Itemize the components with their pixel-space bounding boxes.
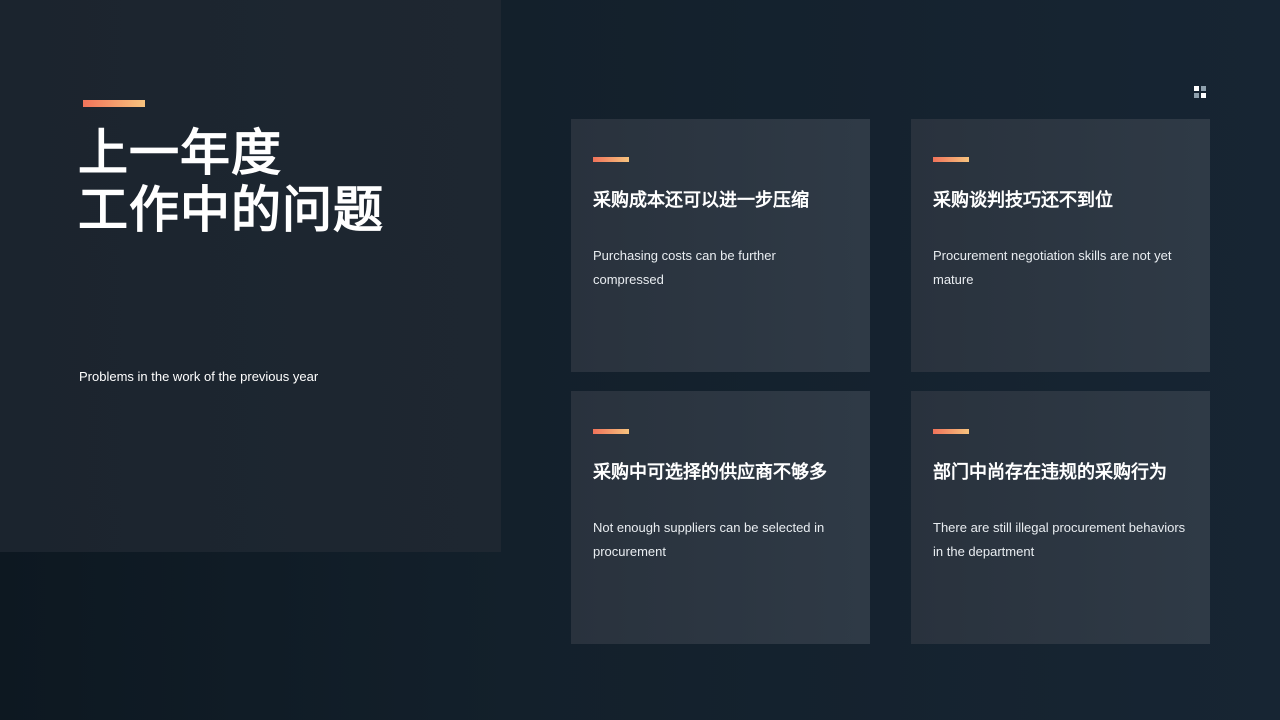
- card-description: Not enough suppliers can be selected in …: [593, 520, 825, 559]
- card-description: Procurement negotiation skills are not y…: [933, 248, 1172, 287]
- card-accent-bar: [593, 429, 629, 434]
- grid-square-white-2: [1201, 93, 1206, 98]
- grid-square-grey-1: [1201, 86, 1206, 91]
- page-subtitle: Problems in the work of the previous yea…: [79, 369, 319, 384]
- problem-card-4: 部门中尚存在违规的采购行为 There are still illegal pr…: [911, 391, 1210, 644]
- card-title: 采购成本还可以进一步压缩: [593, 190, 809, 211]
- problem-card-1: 采购成本还可以进一步压缩 Purchasing costs can be fur…: [571, 119, 870, 372]
- card-accent-bar: [933, 429, 969, 434]
- grid-square-grey-2: [1194, 93, 1199, 98]
- title-accent-bar: [83, 100, 145, 107]
- grid-square-white-1: [1194, 86, 1199, 91]
- page-title: 上一年度 工作中的问题: [78, 125, 384, 239]
- problem-card-2: 采购谈判技巧还不到位 Procurement negotiation skill…: [911, 119, 1210, 372]
- card-title: 采购谈判技巧还不到位: [933, 190, 1113, 211]
- card-title: 部门中尚存在违规的采购行为: [933, 462, 1167, 483]
- card-description: There are still illegal procurement beha…: [933, 520, 1186, 559]
- page-title-line-1: 上一年度: [78, 124, 282, 182]
- page-title-line-2: 工作中的问题: [78, 181, 384, 239]
- left-panel: [0, 0, 501, 552]
- card-accent-bar: [593, 157, 629, 162]
- grid-squares-icon: [1194, 86, 1208, 98]
- card-title: 采购中可选择的供应商不够多: [593, 462, 827, 483]
- card-description: Purchasing costs can be further compress…: [593, 248, 776, 287]
- card-accent-bar: [933, 157, 969, 162]
- problem-card-3: 采购中可选择的供应商不够多 Not enough suppliers can b…: [571, 391, 870, 644]
